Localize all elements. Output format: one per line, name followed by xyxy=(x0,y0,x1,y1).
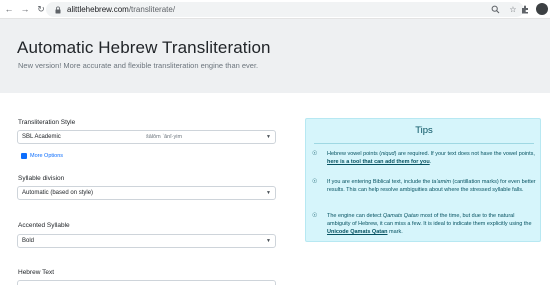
style-select-value: SBL Academic xyxy=(22,134,61,140)
division-select-value: Automatic (based on style) xyxy=(22,190,94,196)
division-select[interactable]: Automatic (based on style) ▼ xyxy=(17,186,276,200)
lightbulb-icon: ☉ xyxy=(312,179,318,185)
division-label: Syllable division xyxy=(18,175,65,182)
chevron-down-icon: ▼ xyxy=(266,190,271,196)
back-arrow-icon[interactable]: ← xyxy=(3,3,15,15)
add-niqud-link[interactable]: here is a tool that can add them for you xyxy=(327,159,430,165)
chevron-down-icon: ▼ xyxy=(266,238,271,244)
tips-title: Tips xyxy=(415,125,433,136)
style-select[interactable]: SBL Academic šālôm ʾănî·yim ▼ xyxy=(17,130,276,144)
browser-toolbar: ← → ↻ alittlehebrew.com/transliterate/ ☆ xyxy=(0,0,550,19)
extensions-icon[interactable] xyxy=(519,3,531,15)
more-options-label: More Options xyxy=(30,153,64,159)
style-label: Transliteration Style xyxy=(18,119,76,126)
lightbulb-icon: ☉ xyxy=(312,213,318,219)
accent-label: Accented Syllable xyxy=(18,222,70,229)
tip-text: If you are entering Biblical text, inclu… xyxy=(327,179,536,193)
zoom-icon[interactable] xyxy=(490,4,500,14)
more-options-link[interactable]: More Options xyxy=(21,153,63,159)
forward-arrow-icon[interactable]: → xyxy=(19,3,31,15)
address-bar[interactable]: alittlehebrew.com/transliterate/ ☆ xyxy=(46,2,524,17)
options-icon xyxy=(21,153,27,159)
page-header: Automatic Hebrew Transliteration New ver… xyxy=(0,19,550,93)
lightbulb-icon: ☉ xyxy=(312,151,318,157)
tips-panel: Tips ☉ Hebrew vowel points (niqud) are r… xyxy=(305,118,541,242)
bookmark-star-icon[interactable]: ☆ xyxy=(508,4,518,14)
style-example-hint: šālôm ʾănî·yim xyxy=(146,134,183,140)
tips-divider xyxy=(314,143,534,144)
accent-select[interactable]: Bold ▼ xyxy=(17,234,276,248)
profile-avatar[interactable] xyxy=(536,3,548,15)
accent-select-value: Bold xyxy=(22,238,35,244)
chevron-down-icon: ▼ xyxy=(266,134,271,140)
page-title: Automatic Hebrew Transliteration xyxy=(17,38,271,57)
hebrew-text-input[interactable] xyxy=(17,280,276,285)
tip-text: The engine can detect Qamats Qatan most … xyxy=(327,213,532,235)
lock-icon xyxy=(54,6,62,14)
url-text: alittlehebrew.com/transliterate/ xyxy=(67,5,176,14)
page-subtitle: New version! More accurate and flexible … xyxy=(18,61,259,70)
hebrew-text-label: Hebrew Text xyxy=(18,269,55,276)
tip-text: Hebrew vowel points (niqud) are required… xyxy=(327,151,535,165)
qamats-qatan-link[interactable]: Unicode Qamats Qatan xyxy=(327,229,388,235)
